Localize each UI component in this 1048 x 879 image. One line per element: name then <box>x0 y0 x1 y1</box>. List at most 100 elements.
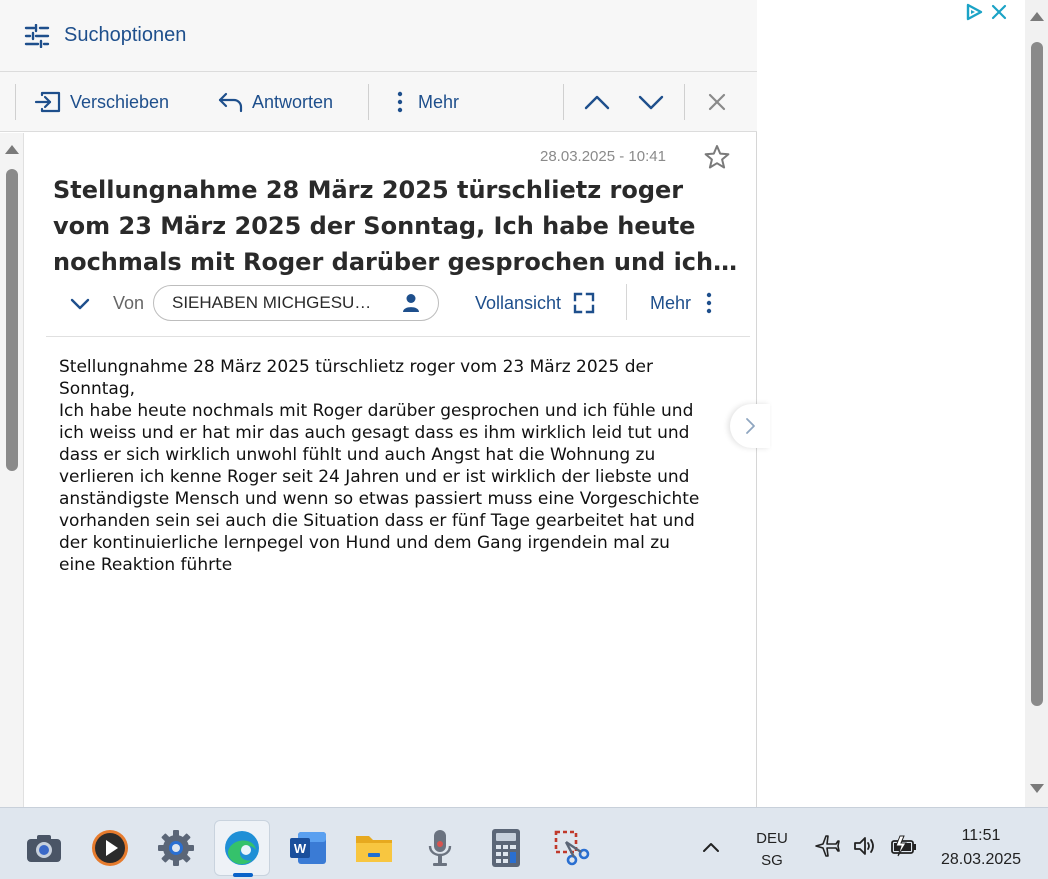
vertical-dots-icon <box>397 91 403 113</box>
more-label: Mehr <box>418 91 460 112</box>
move-button[interactable]: Verschieben <box>34 84 169 120</box>
edge-browser-button[interactable] <box>214 820 270 877</box>
active-app-indicator <box>233 873 253 877</box>
body-line: eine Reaktion führte <box>59 555 233 575</box>
camera-icon <box>27 835 61 862</box>
settings-app-button[interactable] <box>148 820 204 876</box>
sender-chip[interactable]: SIEHABEN MICHGESU… <box>153 285 439 321</box>
move-label: Verschieben <box>70 91 170 112</box>
reply-label: Antworten <box>252 91 334 112</box>
file-explorer-button[interactable] <box>346 820 402 876</box>
system-tray[interactable] <box>814 834 918 862</box>
person-icon <box>402 293 420 318</box>
adchoices-icon[interactable] <box>964 2 984 26</box>
mail-panel: Suchoptionen Verschieben Antworten Mehr <box>0 0 757 807</box>
clock[interactable]: 11:51 28.03.2025 <box>926 824 1036 872</box>
message-body: Stellungnahme 28 März 2025 türschlietz r… <box>59 356 749 576</box>
clock-date: 28.03.2025 <box>940 851 1022 868</box>
ad-controls <box>964 2 1008 26</box>
message-more-label: Mehr <box>650 292 692 313</box>
media-player-icon <box>92 830 128 866</box>
close-icon <box>708 93 726 111</box>
language-code: DEU <box>756 830 788 847</box>
chevron-right-icon <box>746 418 755 434</box>
microphone-icon <box>428 830 452 866</box>
close-message-button[interactable] <box>701 86 733 118</box>
side-panel-toggle[interactable] <box>730 404 770 448</box>
message-toolbar: Verschieben Antworten Mehr <box>0 72 757 132</box>
input-language-indicator[interactable]: DEU SG <box>752 828 792 872</box>
reply-arrow-icon <box>218 92 243 113</box>
word-app-button[interactable]: W <box>280 820 336 876</box>
search-options-label[interactable]: Suchoptionen <box>64 24 186 47</box>
from-label: Von <box>113 293 145 313</box>
message-subject: Stellungnahme 28 März 2025 türschlietz r… <box>53 172 743 280</box>
ad-area <box>772 0 1010 807</box>
next-message-button[interactable] <box>635 86 667 118</box>
full-view-label: Vollansicht <box>475 292 562 313</box>
reply-button[interactable]: Antworten <box>218 84 333 120</box>
chevron-down-icon <box>638 95 664 110</box>
star-icon[interactable] <box>703 143 731 171</box>
expand-header-chevron-icon[interactable] <box>68 292 92 316</box>
body-line: ich weiss und er hat mir das auch gesagt… <box>59 423 690 443</box>
scrollbar-thumb[interactable] <box>1031 42 1043 706</box>
volume-icon <box>852 834 878 862</box>
toolbar-divider <box>15 84 16 120</box>
body-line: Ich habe heute nochmals mit Roger darübe… <box>59 401 694 421</box>
chevron-up-icon <box>584 95 610 110</box>
word-icon: W <box>290 832 326 864</box>
vertical-dots-icon <box>706 292 712 314</box>
page-scrollbar[interactable] <box>1025 0 1048 807</box>
body-line: der kontinuierliche lernpegel von Hund u… <box>59 533 670 553</box>
filter-sliders-icon <box>24 23 50 49</box>
scissors-icon <box>554 830 590 866</box>
snipping-tool-button[interactable] <box>544 820 600 876</box>
scroll-up-arrow-icon[interactable] <box>1030 12 1044 21</box>
fullscreen-icon <box>573 292 595 314</box>
edge-browser-icon <box>225 831 259 865</box>
taskbar: W DEU SG 11:51 28.03.2025 <box>0 807 1048 879</box>
header-divider <box>46 336 750 337</box>
full-view-button[interactable]: Vollansicht <box>475 292 595 314</box>
show-hidden-icons-chevron-icon[interactable] <box>702 838 720 857</box>
battery-charging-icon <box>890 834 918 862</box>
sender-name: SIEHABEN MICHGESU… <box>172 293 372 312</box>
keyboard-layout: SG <box>761 852 783 869</box>
subject-line: nochmals mit Roger darüber gesprochen un… <box>53 248 738 276</box>
body-line: Sonntag, <box>59 379 136 399</box>
airplane-mode-icon <box>814 834 840 862</box>
media-player-app-button[interactable] <box>82 820 138 876</box>
toolbar-divider <box>684 84 685 120</box>
clock-time: 11:51 <box>961 827 1001 844</box>
body-line: Stellungnahme 28 März 2025 türschlietz r… <box>59 357 653 377</box>
toolbar-divider <box>563 84 564 120</box>
scroll-down-arrow-icon[interactable] <box>1030 784 1044 793</box>
body-line: verlieren ich kenne Roger seit 24 Jahren… <box>59 467 690 487</box>
sender-row: Von SIEHABEN MICHGESU… Vollansicht Mehr <box>46 284 750 324</box>
search-options-bar[interactable]: Suchoptionen <box>0 0 757 72</box>
left-scrollbar[interactable] <box>0 133 24 807</box>
close-ad-icon[interactable] <box>990 2 1008 26</box>
body-line: anständigste Mensch und wenn so etwas pa… <box>59 489 700 509</box>
message-date: 28.03.2025 - 10:41 <box>540 148 666 165</box>
toolbar-divider <box>368 84 369 120</box>
calculator-icon <box>492 829 520 867</box>
more-button[interactable]: Mehr <box>390 84 459 120</box>
calculator-app-button[interactable] <box>478 820 534 876</box>
svg-text:W: W <box>294 841 307 856</box>
sender-row-divider <box>626 284 627 320</box>
camera-app-button[interactable] <box>16 820 72 876</box>
body-line: dass er sich wirklich unwohl fühlt und a… <box>59 445 656 465</box>
folder-icon <box>356 836 392 862</box>
body-line: vorhanden sein sei auch die Situation da… <box>59 511 695 531</box>
gear-icon <box>158 830 194 866</box>
move-to-folder-icon <box>34 91 61 113</box>
message-more-button[interactable]: Mehr <box>650 292 713 314</box>
subject-line: vom 23 März 2025 der Sonntag, Ich habe h… <box>53 212 696 240</box>
previous-message-button[interactable] <box>581 86 613 118</box>
voice-recorder-app-button[interactable] <box>412 820 468 876</box>
scroll-up-arrow-icon[interactable] <box>5 145 19 154</box>
subject-line: Stellungnahme 28 März 2025 türschlietz r… <box>53 176 684 204</box>
scrollbar-thumb[interactable] <box>6 169 18 471</box>
